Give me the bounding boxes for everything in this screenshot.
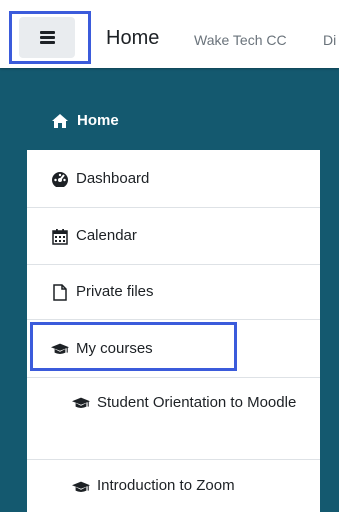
dashboard-icon [51, 170, 69, 188]
drawer-course-student-orientation[interactable]: Student Orientation to Moodle [27, 378, 320, 460]
drawer-item-private-files[interactable]: Private files [27, 265, 320, 320]
toggle-button-surface[interactable] [19, 17, 75, 58]
drawer-item-label: Student Orientation to Moodle [97, 394, 297, 411]
drawer-item-label: Introduction to Zoom [97, 477, 235, 494]
drawer-item-label: Dashboard [76, 169, 150, 187]
top-navbar: Home Wake Tech CC Di [0, 0, 339, 68]
navbar-home-link[interactable]: Home [106, 27, 159, 49]
drawer-item-label: Calendar [76, 227, 137, 244]
drawer-home-link[interactable]: Home [52, 112, 119, 129]
graduation-cap-icon [72, 394, 90, 412]
graduation-cap-icon [51, 340, 69, 358]
drawer-item-label: Private files [76, 283, 154, 300]
file-icon [51, 283, 69, 301]
drawer-item-label: My courses [76, 339, 153, 357]
navbar-next-link[interactable]: Di [323, 32, 336, 48]
drawer-course-intro-zoom[interactable]: Introduction to Zoom [27, 460, 320, 512]
drawer-item-my-courses[interactable]: My courses [27, 320, 320, 378]
navbar-site-link[interactable]: Wake Tech CC [194, 32, 287, 48]
graduation-cap-icon [72, 478, 90, 496]
drawer-home-label: Home [77, 112, 119, 129]
side-drawer-toggle-button[interactable] [9, 11, 91, 64]
calendar-icon [51, 227, 69, 245]
drawer-nav-panel: Dashboard Calendar Private files My cour… [27, 150, 320, 512]
drawer-item-dashboard[interactable]: Dashboard [27, 150, 320, 208]
home-icon [52, 113, 68, 128]
hamburger-icon [39, 28, 55, 46]
drawer-item-calendar[interactable]: Calendar [27, 208, 320, 265]
